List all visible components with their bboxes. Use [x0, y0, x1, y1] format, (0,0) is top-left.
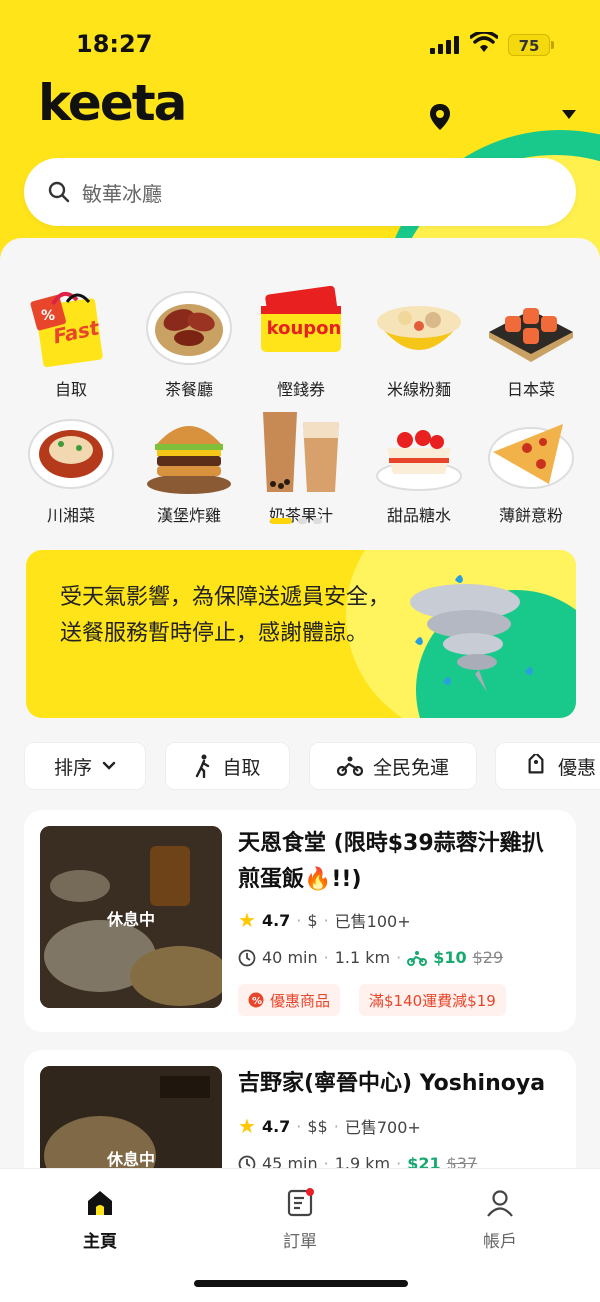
search-bar[interactable]: 敏華冰廳 [24, 158, 576, 226]
chevron-down-icon [102, 761, 116, 770]
status-badge: 休息中 [106, 910, 155, 929]
restaurant-card[interactable]: 休息中 天恩食堂 (限時$39蒜蓉汁雞扒煎蛋飯🔥!!) ★ 4.7 · $ · … [24, 810, 576, 1032]
restaurant-image: 休息中 [40, 826, 222, 1008]
promo-tag: % 優惠商品 [238, 984, 341, 1016]
category-self-pickup[interactable]: % Fast 自取 [16, 282, 126, 400]
nav-home[interactable]: 主頁 [40, 1187, 160, 1252]
sort-filter[interactable]: 排序 [24, 742, 146, 790]
tag-icon [528, 754, 544, 774]
home-icon [88, 1191, 112, 1215]
location-pin-icon[interactable] [428, 103, 452, 131]
orders-icon [287, 1188, 314, 1217]
restaurant-name: 天恩食堂 (限時$39蒜蓉汁雞扒煎蛋飯🔥!!) [238, 831, 544, 892]
walk-icon [196, 754, 210, 778]
nav-account[interactable]: 帳戶 [440, 1187, 560, 1252]
search-icon [48, 181, 70, 203]
bike-icon [407, 950, 428, 966]
status-bar: 18:27 75 [0, 28, 600, 64]
category-dessert[interactable]: 甜品糖水 [364, 408, 474, 526]
category-cha-chaan-teng[interactable]: 茶餐廳 [134, 282, 244, 400]
category-page-indicator [270, 518, 322, 524]
sichuan-dish-icon [27, 408, 115, 496]
noodle-icon [375, 282, 463, 370]
bike-icon [336, 756, 363, 777]
filter-bar: 排序 自取 全民免運 優惠 [24, 742, 600, 792]
account-icon [487, 1190, 513, 1217]
star-icon: ★ [238, 1114, 256, 1138]
free-delivery-filter[interactable]: 全民免運 [309, 742, 477, 790]
status-badge: 休息中 [106, 1150, 155, 1169]
category-pizza-pasta[interactable]: 薄餅意粉 [476, 408, 586, 526]
clock-icon [238, 949, 256, 966]
svg-text:%: % [252, 996, 262, 1007]
wifi-icon [470, 32, 498, 52]
restaurant-delivery-row: 40 min · 1.1 km · $10 $29 [238, 948, 503, 967]
search-placeholder: 敏華冰廳 [82, 181, 162, 206]
nav-orders[interactable]: 訂單 [240, 1187, 360, 1252]
category-milk-tea[interactable]: 奶茶果汁 [246, 408, 356, 526]
burger-icon [145, 408, 233, 496]
keeta-logo: keeta [38, 74, 187, 132]
restaurant-rating-row: ★ 4.7 · $ · 已售100+ [238, 908, 411, 932]
sushi-icon [487, 282, 575, 370]
home-indicator [194, 1280, 408, 1287]
typhoon-icon [410, 575, 533, 692]
category-noodles[interactable]: 米線粉麵 [364, 282, 474, 400]
category-sichuan[interactable]: 川湘菜 [16, 408, 126, 526]
pickup-filter[interactable]: 自取 [165, 742, 290, 790]
promo-tag: 滿$140運費減$19 [359, 984, 506, 1016]
restaurant-rating-row: ★ 4.7 · $$ · 已售700+ [238, 1114, 421, 1138]
milk-tea-icon [257, 408, 345, 496]
status-time: 18:27 [76, 30, 153, 58]
pizza-icon [487, 408, 575, 496]
discount-icon: % [248, 992, 264, 1008]
discount-filter[interactable]: 優惠 [495, 742, 600, 790]
cake-icon [375, 408, 463, 496]
signal-icon [430, 36, 459, 54]
location-dropdown-icon[interactable] [562, 110, 576, 119]
star-icon: ★ [238, 908, 256, 932]
category-coupon[interactable]: koupon 慳錢券 [246, 282, 356, 400]
category-burger[interactable]: 漢堡炸雞 [134, 408, 244, 526]
battery-indicator: 75 [508, 34, 550, 56]
restaurant-name: 吉野家(寧晉中心) Yoshinoya [238, 1071, 546, 1096]
category-japanese[interactable]: 日本菜 [476, 282, 586, 400]
koupon-icon: koupon [257, 282, 345, 370]
cha-chaan-teng-icon [145, 282, 233, 370]
banner-text: 受天氣影響，為保障送遞員安全，送餐服務暫時停止，感謝體諒。 [60, 585, 391, 646]
svg-text:%: % [41, 308, 55, 324]
fast-bag-icon: % Fast [27, 282, 115, 370]
